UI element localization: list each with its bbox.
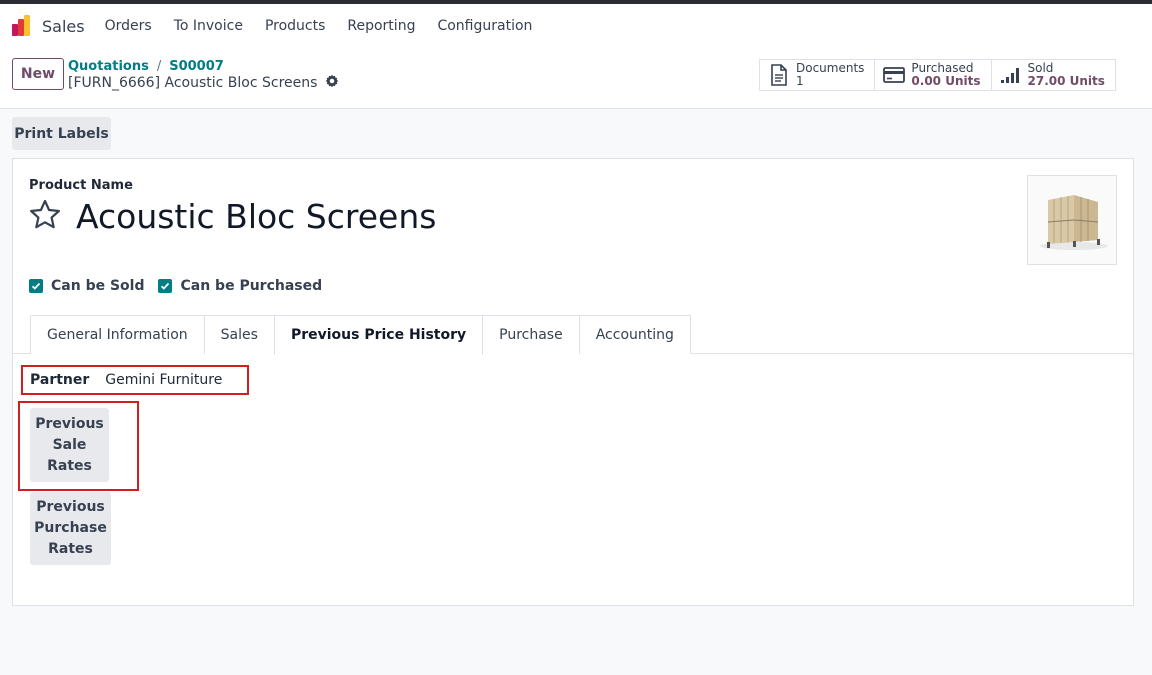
previous-purchase-rates-line: Purchase — [34, 520, 107, 536]
partner-label: Partner — [30, 372, 90, 388]
breadcrumb-order[interactable]: S00007 — [169, 59, 224, 74]
menu-to-invoice[interactable]: To Invoice — [174, 18, 243, 34]
app-name[interactable]: Sales — [42, 17, 85, 36]
previous-purchase-rates-line: Previous — [36, 499, 105, 515]
tab-accounting[interactable]: Accounting — [578, 315, 691, 354]
form-sheet: Product Name Acoustic Bloc Screens Can b… — [12, 158, 1134, 606]
breadcrumb: Quotations / S00007 — [68, 59, 224, 74]
menu-reporting[interactable]: Reporting — [347, 18, 415, 34]
star-icon[interactable] — [27, 197, 63, 233]
breadcrumb-quotations[interactable]: Quotations — [68, 59, 149, 74]
new-button[interactable]: New — [12, 58, 64, 90]
product-image[interactable] — [1027, 175, 1117, 265]
menu-orders[interactable]: Orders — [105, 18, 152, 34]
menu-products[interactable]: Products — [265, 18, 325, 34]
sold-button[interactable]: Sold 27.00 Units — [992, 60, 1115, 90]
documents-button[interactable]: Documents 1 — [760, 60, 876, 90]
purchased-value: 0.00 Units — [911, 74, 981, 88]
can-be-sold-field: Can be Sold — [29, 278, 144, 294]
can-be-purchased-checkbox[interactable] — [158, 279, 173, 293]
can-be-sold-checkbox[interactable] — [29, 279, 43, 293]
partner-input[interactable]: Gemini Furniture — [105, 372, 222, 388]
main-navbar: Sales Orders To Invoice Products Reporti… — [0, 4, 1152, 48]
tab-general-information[interactable]: General Information — [30, 315, 205, 354]
previous-sale-rates-line: Sale — [52, 436, 87, 453]
signal-bars-icon — [1000, 64, 1022, 86]
previous-sale-rates-button[interactable]: Previous Sale Rates — [30, 408, 109, 482]
can-be-sold-label[interactable]: Can be Sold — [51, 278, 144, 294]
previous-purchase-rates-button[interactable]: Previous Purchase Rates — [30, 492, 111, 565]
control-panel: New Quotations / S00007 [FURN_6666] Acou… — [0, 48, 1152, 109]
documents-label: Documents — [796, 61, 865, 75]
checkbox-row: Can be Sold Can be Purchased — [29, 278, 322, 294]
product-name-field[interactable]: Acoustic Bloc Screens — [76, 197, 436, 236]
documents-count: 1 — [796, 74, 804, 88]
purchased-button[interactable]: Purchased 0.00 Units — [875, 60, 992, 90]
sold-value: 27.00 Units — [1027, 74, 1105, 88]
print-labels-button[interactable]: Print Labels — [12, 117, 111, 150]
sales-app-icon[interactable] — [10, 14, 34, 38]
can-be-purchased-label[interactable]: Can be Purchased — [180, 278, 322, 294]
product-name-label: Product Name — [29, 178, 133, 193]
breadcrumb-separator: / — [156, 59, 162, 74]
notebook-tabs: General Information Sales Previous Price… — [30, 315, 691, 355]
tab-previous-price-history[interactable]: Previous Price History — [273, 315, 484, 355]
previous-sale-rates-line: Rates — [47, 457, 92, 474]
document-icon — [768, 64, 790, 86]
smart-buttons: Documents 1 Purchased 0.00 Units Sold 27… — [759, 59, 1116, 91]
record-title: [FURN_6666] Acoustic Bloc Screens — [68, 75, 318, 91]
tab-sales[interactable]: Sales — [203, 315, 275, 354]
tab-purchase[interactable]: Purchase — [482, 315, 580, 354]
previous-purchase-rates-line: Rates — [48, 541, 93, 557]
partner-field: Partner Gemini Furniture — [21, 365, 249, 395]
gear-icon[interactable] — [325, 74, 339, 92]
can-be-purchased-field: Can be Purchased — [158, 278, 322, 294]
menu-configuration[interactable]: Configuration — [437, 18, 532, 34]
record-title-row: [FURN_6666] Acoustic Bloc Screens — [68, 74, 339, 92]
previous-sale-rates-line: Previous — [35, 415, 104, 432]
credit-card-icon — [883, 64, 906, 86]
